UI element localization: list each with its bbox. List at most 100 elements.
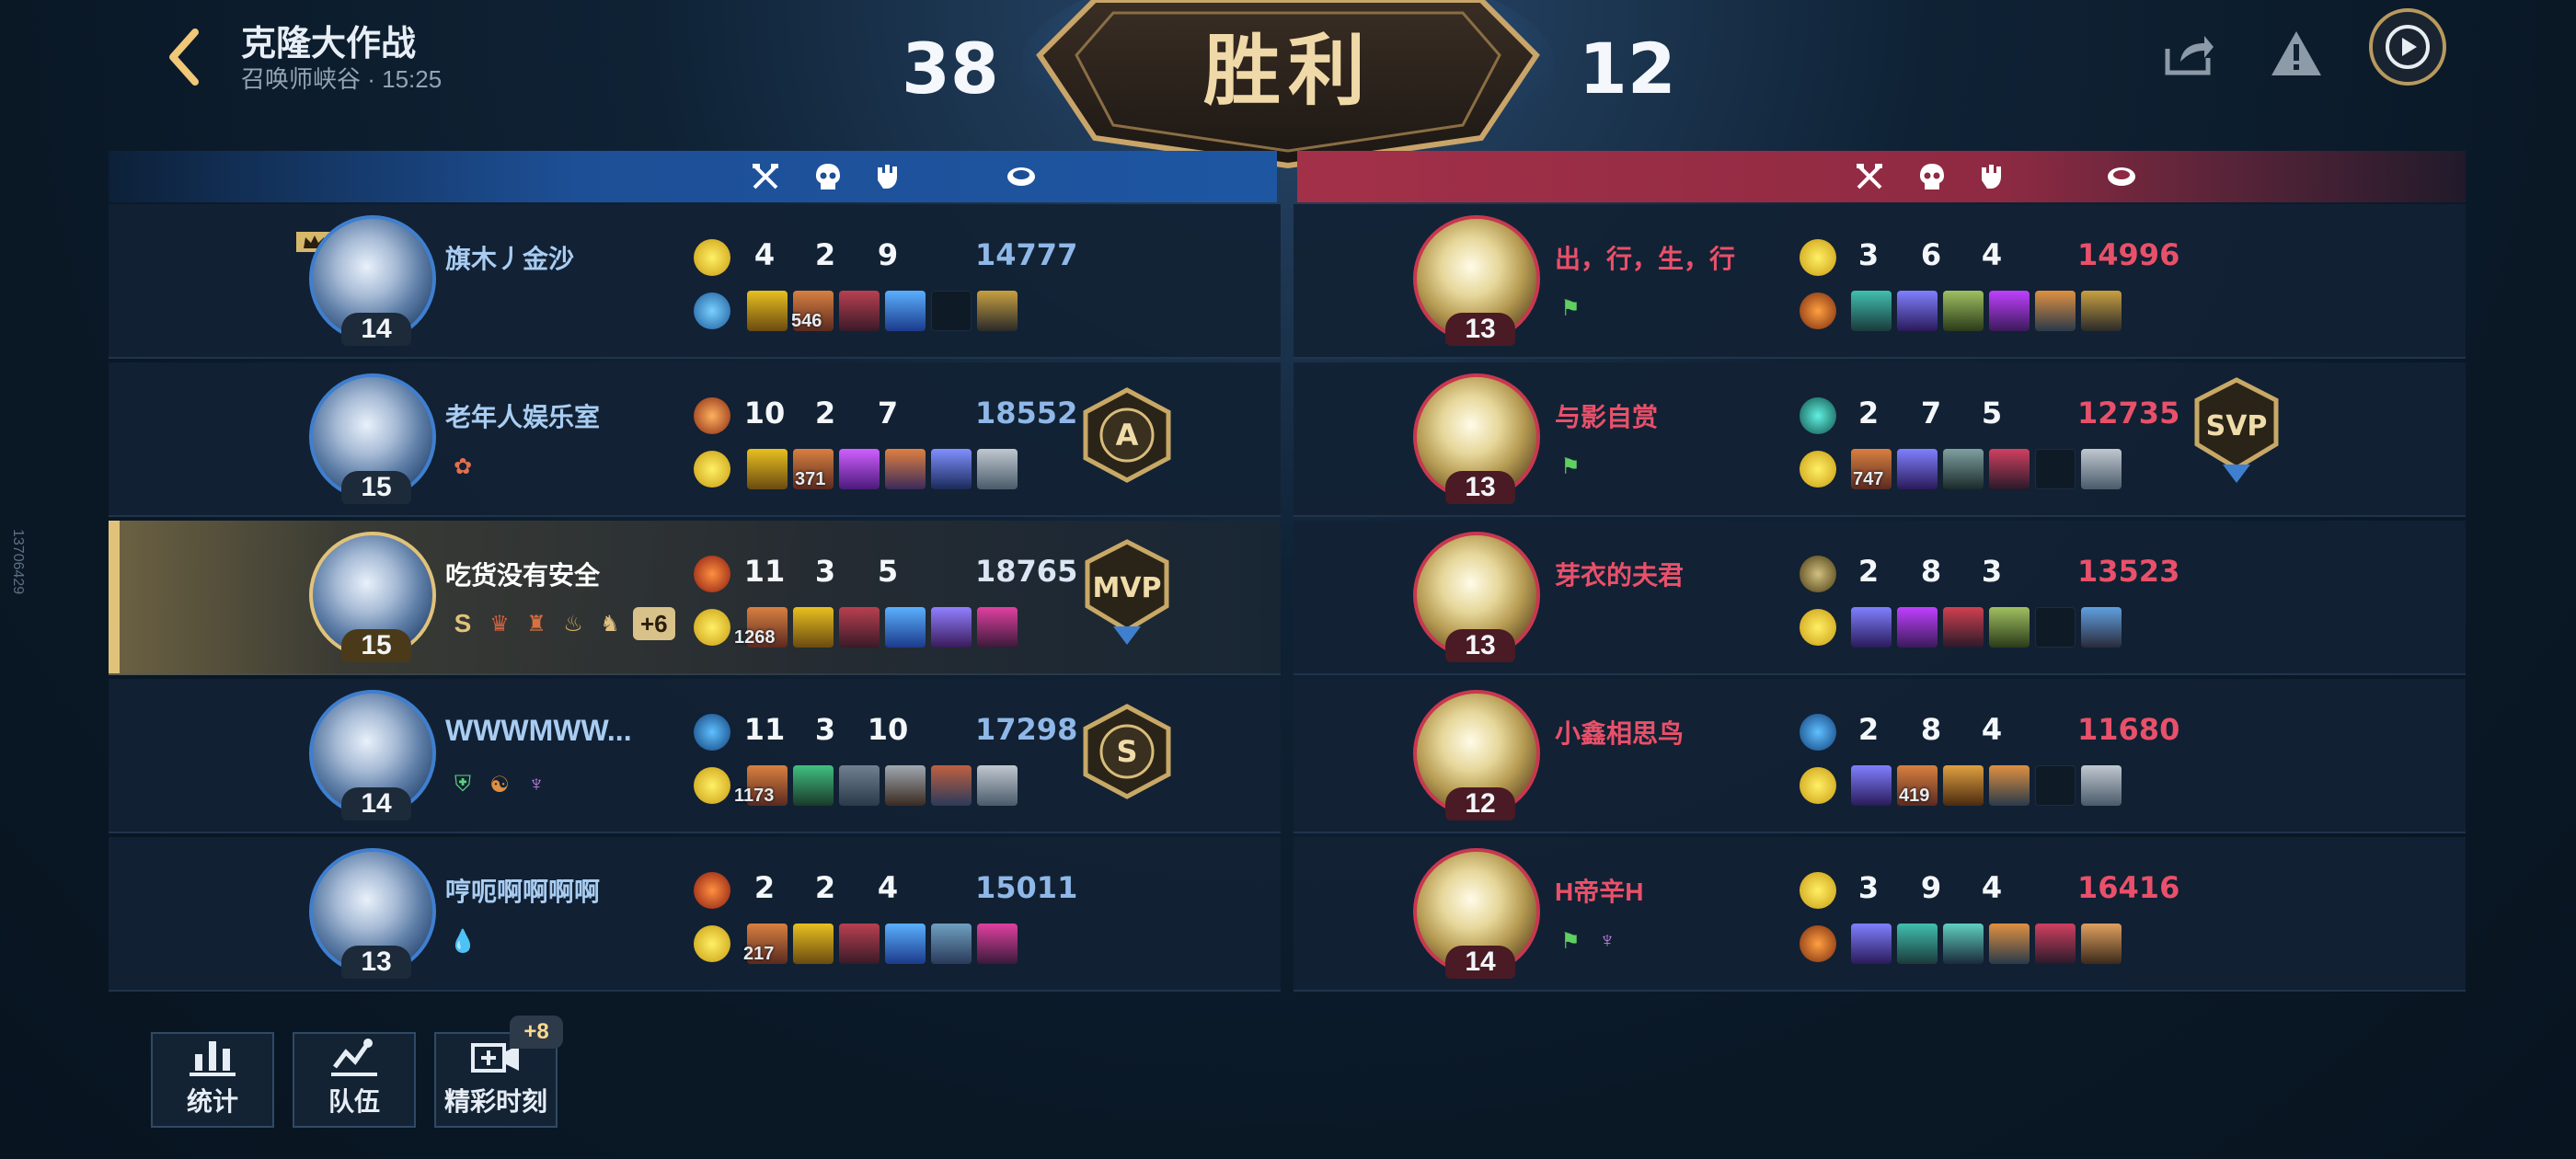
item-icon[interactable]	[1989, 765, 2030, 806]
back-button[interactable]	[156, 20, 212, 94]
avatar[interactable]: 12	[1413, 690, 1540, 820]
item-icon[interactable]	[1851, 765, 1892, 806]
item-icon[interactable]	[1989, 924, 2030, 964]
item-icon[interactable]	[793, 924, 834, 964]
red-player-row[interactable]: 12 小鑫相思鸟 2 8 4 11680 419	[1294, 679, 2466, 833]
item-icon[interactable]	[2035, 924, 2076, 964]
item-icon[interactable]	[2081, 765, 2122, 806]
item-icon[interactable]	[977, 291, 1018, 331]
red-player-row[interactable]: 14 H帝辛H ⚑ ♆ 3 9 4 16416	[1294, 837, 2466, 992]
team-button[interactable]: 队伍	[293, 1032, 416, 1128]
item-icon[interactable]	[1897, 449, 1938, 489]
blue-player-row[interactable]: 14 旗木丿金沙 4 2 9 14777 546	[109, 204, 1281, 359]
avatar[interactable]: 15	[309, 373, 436, 504]
player-name: 旗木丿金沙	[445, 245, 575, 273]
item-icon[interactable]	[977, 607, 1018, 648]
item-icon[interactable]	[839, 607, 880, 648]
item-icon[interactable]	[1943, 449, 1984, 489]
kills-value: 2	[1857, 396, 1880, 430]
assists-value: 10	[867, 712, 909, 747]
flame-icon: ♨	[563, 611, 583, 637]
item-icon[interactable]	[2081, 449, 2122, 489]
item-icon[interactable]	[1897, 924, 1938, 964]
item-icon[interactable]	[2081, 924, 2122, 964]
item-icon[interactable]	[931, 607, 972, 648]
avatar[interactable]: 14	[309, 690, 436, 820]
avatar[interactable]: 15	[309, 532, 436, 662]
item-icon[interactable]	[1943, 765, 1984, 806]
stats-button[interactable]: 统计	[151, 1032, 274, 1128]
item-icon[interactable]	[793, 607, 834, 648]
item-icon[interactable]	[2035, 291, 2076, 331]
empty-item-slot	[2035, 449, 2076, 489]
item-icon[interactable]	[2081, 607, 2122, 648]
assists-value: 4	[877, 870, 899, 905]
blue-player-row[interactable]: 13 哼呃啊啊啊啊 💧 2 2 4 15011 217	[109, 837, 1281, 992]
badge-label: A	[1116, 418, 1139, 453]
item-icon[interactable]	[885, 924, 926, 964]
red-player-row[interactable]: 13 与影自赏 ⚑ 2 7 5 12735 747 SVP	[1294, 362, 2466, 517]
item-icon[interactable]	[1851, 291, 1892, 331]
item-icon[interactable]	[885, 291, 926, 331]
match-subtitle: 召唤师峡谷 · 15:25	[241, 65, 443, 93]
item-icon[interactable]	[747, 449, 788, 489]
item-icon[interactable]	[931, 924, 972, 964]
blue-player-row[interactable]: 15 老年人娱乐室 ✿ 10 2 7 18552 371 A	[109, 362, 1281, 517]
item-icon[interactable]	[793, 765, 834, 806]
hero-level: 13	[1445, 629, 1515, 662]
item-icon[interactable]	[885, 607, 926, 648]
item-icon[interactable]	[1851, 607, 1892, 648]
deaths-value: 2	[814, 870, 836, 905]
item-icon[interactable]	[1989, 449, 2030, 489]
avatar[interactable]: 13	[1413, 215, 1540, 346]
replay-button[interactable]	[2366, 6, 2449, 88]
item-icon[interactable]	[977, 924, 1018, 964]
replay-icon	[2369, 8, 2446, 86]
item-icon[interactable]	[839, 449, 880, 489]
avatar[interactable]: 13	[1413, 373, 1540, 504]
spell-icon	[694, 451, 730, 488]
spell-icon	[694, 609, 730, 646]
item-icon[interactable]	[885, 765, 926, 806]
more-runes-badge: +6	[633, 607, 675, 640]
item-icon[interactable]	[931, 449, 972, 489]
item-icon[interactable]	[885, 449, 926, 489]
item-icon[interactable]	[1897, 607, 1938, 648]
player-name: 哼呃啊啊啊啊	[445, 878, 601, 906]
avatar[interactable]: 14	[309, 215, 436, 346]
red-player-row[interactable]: 13 芽衣的夫君 2 8 3 13523	[1294, 521, 2466, 675]
kills-value: 4	[753, 237, 776, 272]
item-icon[interactable]	[747, 291, 788, 331]
deaths-value: 2	[814, 396, 836, 430]
item-icon[interactable]	[1943, 291, 1984, 331]
item-icon[interactable]	[1851, 924, 1892, 964]
item-icon[interactable]	[839, 924, 880, 964]
blue-player-row[interactable]: 14 WWWMWW... ⛨ ☯ ♆ 11 3 10 17298 1173 S	[109, 679, 1281, 833]
item-icon[interactable]	[977, 765, 1018, 806]
item-icon[interactable]	[2081, 291, 2122, 331]
item-icon[interactable]	[977, 449, 1018, 489]
item-icon[interactable]	[839, 765, 880, 806]
item-icon[interactable]	[1989, 291, 2030, 331]
kills-value: 11	[743, 712, 786, 747]
item-icon[interactable]	[1943, 924, 1984, 964]
avatar[interactable]: 13	[309, 848, 436, 979]
blue-player-row-self[interactable]: 15 吃货没有安全 S ♛ ♜ ♨ ♞ +6 11 3 5 18765 1268…	[109, 521, 1281, 675]
spell-icon	[1800, 239, 1836, 276]
avatar[interactable]: 14	[1413, 848, 1540, 979]
gold-value: 17298	[975, 712, 1078, 747]
report-button[interactable]	[2260, 17, 2333, 90]
item-icon[interactable]	[1897, 291, 1938, 331]
item-stack-count: 217	[743, 944, 775, 964]
item-icon[interactable]	[1943, 607, 1984, 648]
gold-value: 11680	[2077, 712, 2180, 747]
hero-level: 13	[1445, 313, 1515, 346]
red-player-row[interactable]: 13 出，行，生，行 ⚑ 3 6 4 14996	[1294, 204, 2466, 359]
avatar[interactable]: 13	[1413, 532, 1540, 662]
item-icon[interactable]	[839, 291, 880, 331]
gold-value: 12735	[2077, 396, 2180, 430]
share-button[interactable]	[2153, 17, 2226, 90]
item-icon[interactable]	[1989, 607, 2030, 648]
item-icon[interactable]	[931, 765, 972, 806]
assists-value: 3	[1981, 554, 2003, 589]
